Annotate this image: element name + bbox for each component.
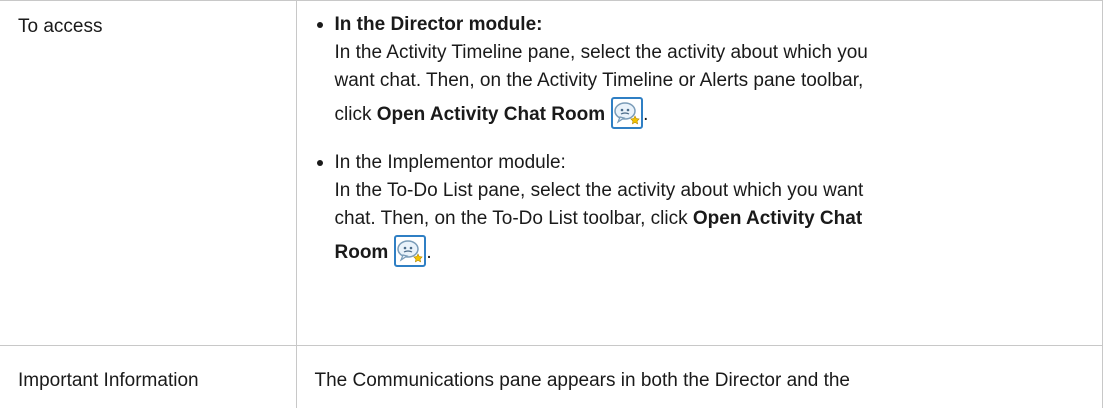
chat-room-icon[interactable] [394,235,427,267]
implementor-step: In the Implementor module: In the To-Do … [315,149,1089,273]
director-heading: In the Director module: [334,14,543,35]
implementor-line-2-text: chat. Then, on the To-Do List toolbar, c… [334,208,688,229]
important-information-row: Important Information The Communications… [0,345,1103,408]
to-access-row: To access In the Director module: In the… [0,0,1103,346]
director-end: . [643,104,649,125]
to-access-label: To access [0,0,297,346]
director-step: In the Director module: In the Activity … [315,11,1089,135]
director-line-3: click Open Activity Chat Room . [335,95,1089,135]
director-line-1: In the Activity Timeline pane, select th… [334,42,868,63]
important-information-label: Important Information [0,345,297,408]
help-table: To access In the Director module: In the… [0,0,1103,408]
implementor-end: . [426,242,432,263]
implementor-heading: In the Implementor module: [334,152,566,173]
implementor-line-2: chat. Then, on the To-Do List toolbar, c… [335,205,1089,233]
open-chat-room-button-name-part2: Room [334,242,389,263]
director-click-word: click [334,104,372,125]
implementor-line-3: Room . [335,233,1089,273]
bullet-icon [316,160,323,166]
director-line-2: want chat. Then, on the Activity Timelin… [334,70,864,91]
access-steps-list: In the Director module: In the Activity … [315,11,1089,273]
open-chat-room-button-name-part1: Open Activity Chat [692,208,863,229]
implementor-line-1: In the To-Do List pane, select the activ… [334,180,864,201]
bullet-icon [316,22,323,28]
chat-room-icon[interactable] [611,97,644,129]
to-access-content: In the Director module: In the Activity … [295,0,1103,346]
important-information-text: The Communications pane appears in both … [295,345,1103,408]
open-chat-room-button-name: Open Activity Chat Room [376,104,606,125]
